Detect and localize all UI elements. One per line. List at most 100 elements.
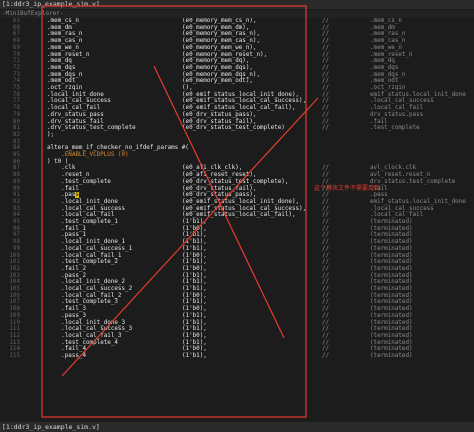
comment-text: .mem_ras_n: [370, 31, 406, 38]
code-line[interactable]: 84 altera_mem_if_checker_no_ifdef_params …: [0, 145, 474, 152]
comment-text: .oct_rzqin: [370, 85, 406, 91]
port-connection: (e0_emif_status_local_cal_fail),: [182, 105, 296, 112]
code-line[interactable]: 106 .local_cal_fail_2 (1'b0), // (terminate…: [0, 293, 474, 300]
comment-marker: //: [322, 78, 330, 85]
code-line[interactable]: 70 .mem_reset_n (e0_memory_mem_reset_n), //…: [0, 52, 474, 59]
line-number: 88: [12, 172, 20, 179]
code-line[interactable]: 94 .local_cal_fail (e0_emif_status_local_…: [0, 212, 474, 219]
comment-text: drv_status.test_complete: [370, 178, 456, 185]
code-line[interactable]: 74 .mem_odt (e0_memory_mem_odt), // .mem_odt: [0, 78, 474, 85]
code-text: .drv_status_pass: [47, 111, 104, 118]
comment-marker: //: [322, 64, 330, 71]
code-line[interactable]: 115 .pass_4 (1'b1), // (terminated): [0, 353, 474, 360]
code-line[interactable]: 86) t0 (: [0, 159, 474, 166]
code-text: altera_mem_if_checker_no_ifdef_params #(: [47, 145, 189, 152]
code-line[interactable]: 82);: [0, 132, 474, 139]
comment-marker: //: [322, 326, 330, 333]
comment-text: (terminated): [370, 353, 413, 359]
code-line[interactable]: 85 .ENABLE_VCDPLUS (0): [0, 152, 474, 159]
code-line[interactable]: 79 .drv_status_pass (e0_drv_status_pass), /…: [0, 112, 474, 119]
code-line[interactable]: 71 .mem_dq (e0_memory_mem_dq), // .mem_dq: [0, 58, 474, 65]
code-line[interactable]: 77 .local_cal_success (e0_emif_status_loca…: [0, 98, 474, 105]
code-text: .mem_ras_n: [47, 31, 83, 38]
code-line[interactable]: 68 .mem_cas_n (e0_memory_mem_cas_n), // .mem…: [0, 38, 474, 45]
code-line[interactable]: 114 .fail_4 (1'b0), // (terminated): [0, 346, 474, 353]
line-number: 75: [12, 85, 20, 91]
line-number: 78: [12, 105, 20, 112]
port-connection: (1'b1),: [182, 239, 207, 246]
code-line[interactable]: 76 .local_init_done (e0_emif_status_local_…: [0, 92, 474, 99]
code-line[interactable]: 91 .pass (e0_drv_status_pass), // .pass: [0, 192, 474, 199]
code-line[interactable]: 87 .clk (e0_afi_clk_clk), // avl_clock.clk: [0, 165, 474, 172]
code-text: .test_complete_3: [47, 299, 118, 306]
code-text: .local_cal_success_2: [47, 286, 133, 292]
comment-text: .local_cal_fail: [370, 105, 424, 112]
code-line[interactable]: 81 .drv_status_test_complete (e0_drv_statu…: [0, 125, 474, 132]
code-line[interactable]: 92 .local_init_done (e0_emif_status_local…: [0, 199, 474, 206]
line-number: 92: [12, 198, 20, 205]
line-number: 107: [9, 299, 20, 306]
code-line[interactable]: 75 .oct_rzqin (), // .oct_rzqin: [0, 85, 474, 92]
code-line[interactable]: 72 .mem_dqs (e0_memory_mem_dqs), // .mem_dqs: [0, 65, 474, 72]
code-line[interactable]: 93 .local_cal_success (e0_emif_status_loc…: [0, 206, 474, 213]
port-connection: (e0_memory_mem_ras_n),: [182, 31, 261, 38]
code-line[interactable]: 98 .local_init_done_1 (1'b1), // (terminate…: [0, 239, 474, 246]
comment-marker: //: [322, 51, 330, 58]
code-text: .local_init_done: [47, 198, 118, 205]
code-line[interactable]: 78 .local_cal_fail (e0_emif_status_local_c…: [0, 105, 474, 112]
line-number: 74: [12, 78, 20, 85]
code-line[interactable]: 73 .mem_dqs_n (e0_memory_mem_dqs_n), // .mem…: [0, 72, 474, 79]
port-connection: (1'b1),: [182, 339, 207, 346]
code-line[interactable]: 103 .pass_2 (1'b1), // (terminated): [0, 273, 474, 280]
code-line[interactable]: 111 .local_cal_success_3 (1'b1), // (termin…: [0, 326, 474, 333]
code-text: .local_init_done_1: [47, 239, 126, 246]
code-line[interactable]: 99 .local_cal_success_1 (1'b1), // (termina…: [0, 246, 474, 253]
code-line[interactable]: 97 .pass_1 (1'b1), // (terminated): [0, 232, 474, 239]
minibuf-explorer-label: -MiniBufExplorer-: [2, 10, 64, 17]
line-number: 97: [12, 232, 20, 239]
code-line[interactable]: 80 .drv_status_fail (e0_drv_status_fail), /…: [0, 119, 474, 126]
port-connection: (e0_memory_mem_dm),: [182, 24, 250, 31]
minibuf-explorer-bar[interactable]: -MiniBufExplorer-: [0, 10, 474, 18]
code-line[interactable]: 100 .local_cal_fail_1 (1'b0), // (terminate…: [0, 253, 474, 260]
code-line[interactable]: 89 .test_complete (e0_drv_status_test_com…: [0, 179, 474, 186]
port-connection: (e0_emif_status_local_init_done),: [182, 198, 300, 205]
code-line[interactable]: 69 .mem_we_n (e0_memory_mem_we_n), // .mem_w…: [0, 45, 474, 52]
code-text: .test_complete_1: [47, 219, 118, 225]
code-line[interactable]: 112 .local_cal_fail_3 (1'b0), // (terminate…: [0, 333, 474, 340]
port-connection: (e0_memory_mem_dqs),: [182, 64, 253, 71]
code-line[interactable]: 107 .test_complete_3 (1'b1), // (terminated…: [0, 299, 474, 306]
code-line[interactable]: 108 .fail_3 (1'b0), // (terminated): [0, 306, 474, 313]
code-line[interactable]: 110 .local_init_done_3 (1'b1), // (terminat…: [0, 320, 474, 327]
code-line[interactable]: 104 .local_init_done_2 (1'b1), // (terminat…: [0, 279, 474, 286]
code-line[interactable]: 102 .fail_2 (1'b0), // (terminated): [0, 266, 474, 273]
code-editor[interactable]: 65 .mem_cs_n (e0_memory_mem_cs_n), // .mem_c…: [0, 18, 474, 420]
port-connection: (e0_drv_status_fail),: [182, 118, 257, 125]
code-line[interactable]: 90 .fail (e0_drv_status_fail),//.fail: [0, 186, 474, 193]
code-line[interactable]: 67 .mem_ras_n (e0_memory_mem_ras_n), // .mem…: [0, 31, 474, 38]
code-line[interactable]: 65 .mem_cs_n (e0_memory_mem_cs_n), // .mem_c…: [0, 18, 474, 25]
line-number: 87: [12, 165, 20, 172]
comment-marker: //: [322, 265, 330, 272]
code-line[interactable]: 95 .test_complete_1 (1'b1), // (terminated): [0, 219, 474, 226]
line-number: 98: [12, 239, 20, 246]
comment-marker: //: [322, 18, 330, 24]
comment-text: (terminated): [370, 272, 413, 279]
code-line[interactable]: 96 .fail_1 (1'b0), // (terminated): [0, 226, 474, 233]
code-line[interactable]: 88 .reset_n (e0_afi_reset_reset), // avl_re…: [0, 172, 474, 179]
code-line[interactable]: 105 .local_cal_success_2 (1'b1), // (termin…: [0, 286, 474, 293]
code-line[interactable]: 109 .pass_3 (1'b1), // (terminated): [0, 313, 474, 320]
port-connection: (1'b1),: [182, 259, 207, 266]
line-number: 96: [12, 225, 20, 232]
line-number: 105: [9, 286, 20, 292]
code-line[interactable]: 101 .test_complete_2 (1'b1), // (terminated…: [0, 259, 474, 266]
comment-text: .pass: [370, 192, 388, 199]
code-line[interactable]: 113 .test_complete_4 (1'b1), // (terminated…: [0, 340, 474, 347]
comment-text: (terminated): [370, 245, 413, 252]
window-title-bar: [1:ddr3_ip_example_sim.v]: [0, 0, 474, 9]
code-text: .pass_4: [47, 353, 87, 359]
code-text: .fail_3: [47, 306, 87, 313]
comment-text: (terminated): [370, 306, 413, 313]
code-line[interactable]: 83: [0, 139, 474, 146]
code-line[interactable]: 66 .mem_dm (e0_memory_mem_dm), // .mem_dm: [0, 25, 474, 32]
